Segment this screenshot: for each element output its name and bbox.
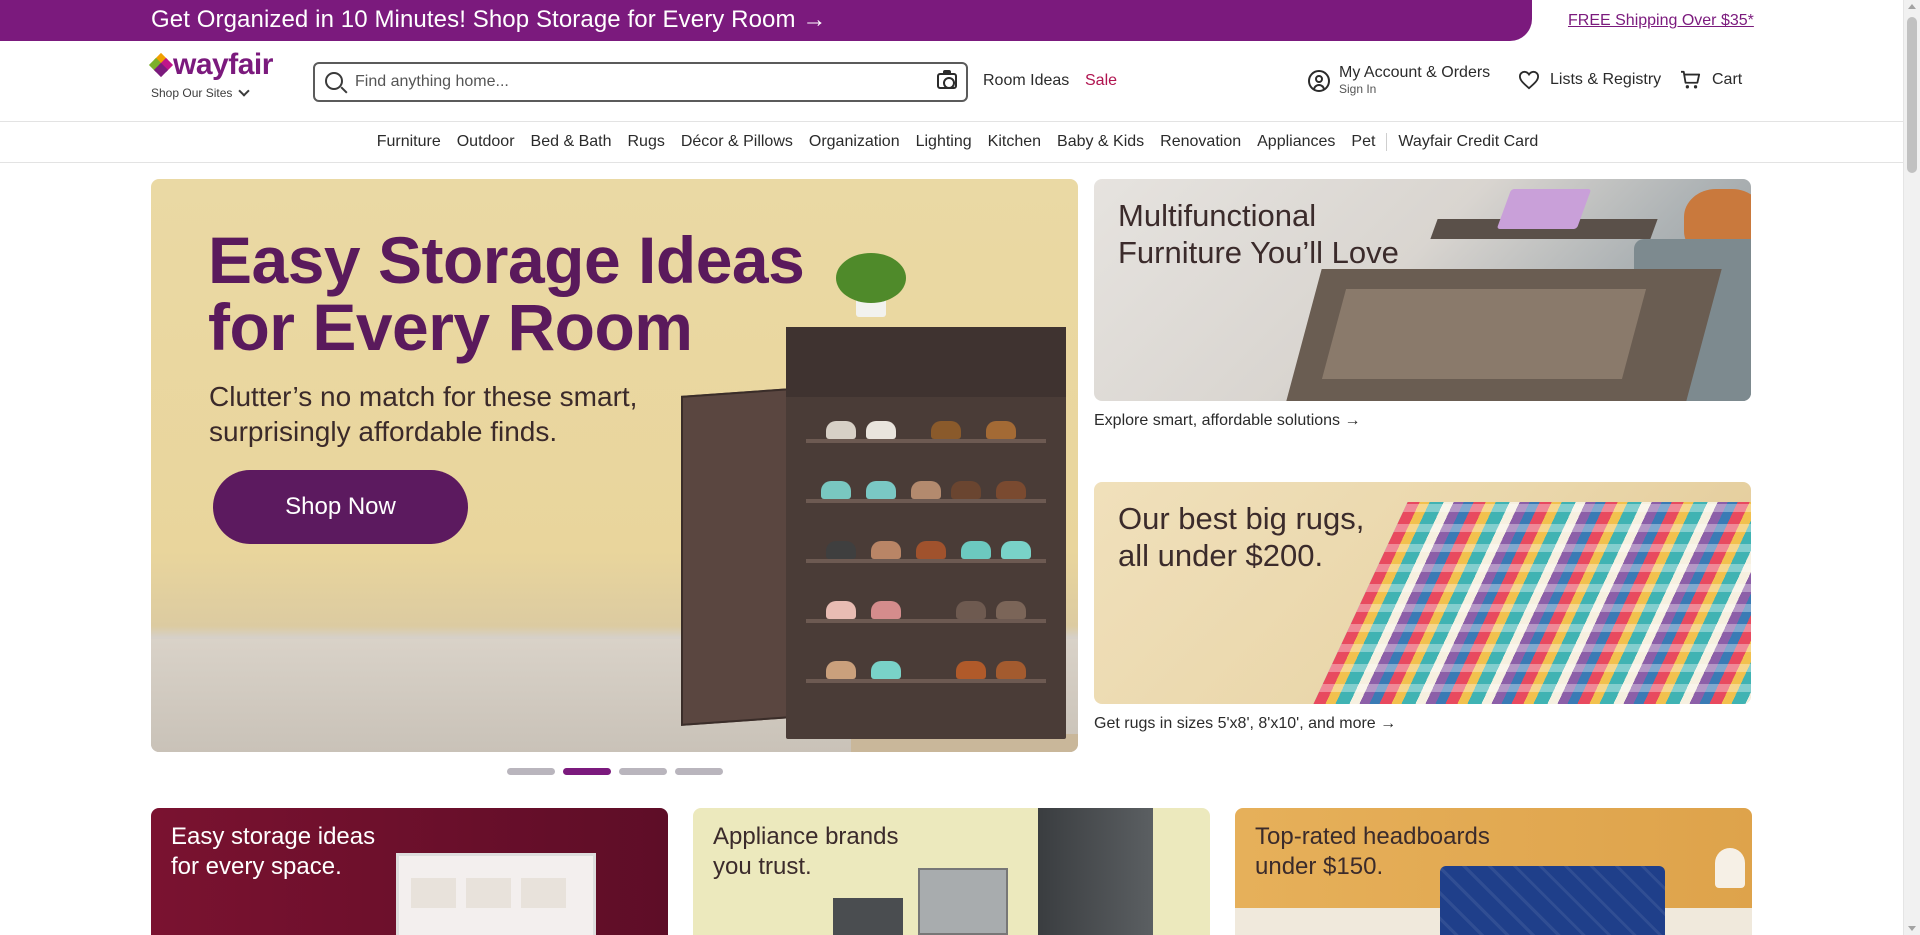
search-bar: [313, 62, 968, 102]
cart-link[interactable]: Cart: [1680, 70, 1742, 90]
scroll-thumb[interactable]: [1907, 17, 1917, 173]
room-ideas-link[interactable]: Room Ideas: [983, 72, 1069, 90]
refrigerator: [1038, 808, 1153, 935]
shop-our-sites-dropdown[interactable]: Shop Our Sites: [151, 84, 251, 100]
card-appliance-brands[interactable]: Appliance brands you trust.: [693, 808, 1210, 935]
card-easy-storage[interactable]: Easy storage ideas for every space.: [151, 808, 668, 935]
carousel-dot-active[interactable]: [563, 768, 611, 775]
card-title: Top-rated headboards under $150.: [1255, 823, 1490, 880]
card-title: Easy storage ideas for every space.: [171, 823, 376, 880]
nav-item-organization[interactable]: Organization: [801, 133, 908, 151]
search-input[interactable]: [355, 71, 895, 93]
card-headboards[interactable]: Top-rated headboards under $150.: [1235, 808, 1752, 935]
promo-bar: Get Organized in 10 Minutes! Shop Storag…: [0, 0, 1920, 41]
account-icon: [1308, 70, 1330, 92]
shop-now-button[interactable]: Shop Now: [213, 470, 468, 544]
nav-item-baby-kids[interactable]: Baby & Kids: [1049, 133, 1152, 151]
promo-card-title: Our best big rugs, all under $200.: [1118, 501, 1365, 573]
storage-baskets: [411, 878, 571, 908]
page-scrollbar[interactable]: [1903, 0, 1920, 935]
nav-item-decor-pillows[interactable]: Décor & Pillows: [673, 133, 801, 151]
promo-text[interactable]: Get Organized in 10 Minutes! Shop Storag…: [151, 6, 826, 34]
hero-title: Easy Storage Ideas for Every Room: [208, 223, 805, 364]
promo-card-title: Multifunctional Furniture You’ll Love: [1118, 198, 1399, 270]
camera-search-icon[interactable]: [937, 70, 957, 89]
account-menu[interactable]: My Account & Orders Sign In: [1308, 64, 1490, 96]
range: [918, 868, 1008, 935]
table-storage: [1321, 289, 1647, 379]
nav-item-furniture[interactable]: Furniture: [369, 133, 449, 151]
carousel-dot[interactable]: [507, 768, 555, 775]
carousel-dot[interactable]: [675, 768, 723, 775]
nav-item-outdoor[interactable]: Outdoor: [449, 133, 523, 151]
lists-registry-label: Lists & Registry: [1550, 71, 1662, 88]
card-title: Appliance brands you trust.: [713, 823, 899, 880]
scroll-down-arrow-icon[interactable]: [1908, 926, 1916, 931]
nav-item-kitchen[interactable]: Kitchen: [980, 133, 1049, 151]
nav-item-pet[interactable]: Pet: [1343, 133, 1383, 151]
carousel-dots: [507, 768, 723, 775]
nav-item-appliances[interactable]: Appliances: [1249, 133, 1343, 151]
promo-card-multifunctional-furniture[interactable]: Multifunctional Furniture You’ll Love: [1094, 179, 1751, 401]
nav-item-bed-bath[interactable]: Bed & Bath: [523, 133, 620, 151]
nav-item-rugs[interactable]: Rugs: [619, 133, 672, 151]
nav-item-credit-card[interactable]: Wayfair Credit Card: [1390, 133, 1546, 151]
wayfair-logo[interactable]: wayfair: [148, 48, 273, 81]
wayfair-logo-mark-icon: [148, 52, 174, 78]
lists-registry-link[interactable]: Lists & Registry: [1518, 70, 1661, 90]
logo-wordmark: wayfair: [173, 48, 273, 81]
sale-link[interactable]: Sale: [1085, 72, 1117, 90]
carousel-dot[interactable]: [619, 768, 667, 775]
free-shipping-link[interactable]: FREE Shipping Over $35*: [1568, 12, 1754, 30]
sign-in-label: Sign In: [1339, 82, 1377, 96]
heart-icon: [1518, 70, 1540, 90]
nav-item-lighting[interactable]: Lighting: [908, 133, 980, 151]
scroll-up-arrow-icon[interactable]: [1908, 4, 1916, 9]
promo-card-big-rugs[interactable]: Our best big rugs, all under $200.: [1094, 482, 1751, 704]
cabinet-door: [681, 388, 791, 726]
promo-banner[interactable]: Get Organized in 10 Minutes! Shop Storag…: [0, 0, 1532, 41]
dishwasher: [833, 898, 903, 935]
category-nav: Furniture Outdoor Bed & Bath Rugs Décor …: [0, 122, 1903, 163]
explore-solutions-link[interactable]: Explore smart, affordable solutions →: [1094, 412, 1361, 430]
nav-divider: [1386, 133, 1388, 151]
nav-item-renovation[interactable]: Renovation: [1152, 133, 1249, 151]
account-title: My Account & Orders: [1339, 64, 1491, 81]
cart-icon: [1681, 70, 1701, 89]
chevron-down-icon: [238, 84, 251, 97]
hero-subtitle: Clutter’s no match for these smart, surp…: [209, 381, 638, 447]
shop-our-sites-label: Shop Our Sites: [151, 86, 233, 100]
hero-banner[interactable]: Easy Storage Ideas for Every Room Clutte…: [151, 179, 1078, 752]
search-icon[interactable]: [325, 72, 343, 90]
cart-label: Cart: [1712, 71, 1743, 88]
plant: [836, 253, 906, 303]
site-header: wayfair Shop Our Sites Room Ideas Sale M…: [0, 41, 1903, 122]
rug-sizes-link[interactable]: Get rugs in sizes 5'x8', 8'x10', and mor…: [1094, 715, 1396, 733]
cabinet-top: [786, 327, 1066, 397]
tablet: [1496, 189, 1592, 229]
lamp: [1715, 848, 1745, 888]
